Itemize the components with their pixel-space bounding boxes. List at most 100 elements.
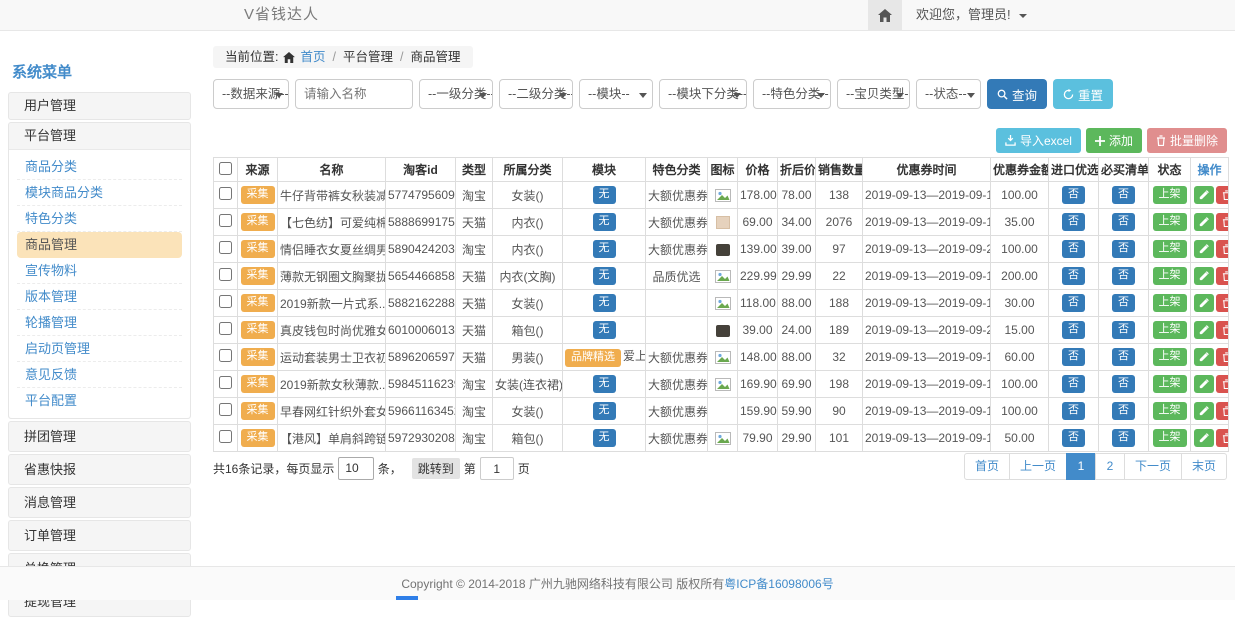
edit-button[interactable]	[1194, 213, 1214, 231]
sidebar-group-4[interactable]: 消息管理	[9, 488, 190, 517]
import-select-badge[interactable]: 否	[1062, 375, 1085, 392]
import-select-badge[interactable]: 否	[1062, 402, 1085, 419]
page-button-首页[interactable]: 首页	[964, 453, 1010, 480]
delete-button[interactable]	[1216, 375, 1229, 393]
status-badge[interactable]: 上架	[1153, 267, 1187, 284]
delete-button[interactable]	[1216, 402, 1229, 420]
must-buy-badge[interactable]: 否	[1112, 429, 1135, 446]
row-checkbox[interactable]	[219, 214, 232, 227]
status-badge[interactable]: 上架	[1153, 348, 1187, 365]
import-select-badge[interactable]: 否	[1062, 294, 1085, 311]
jump-page-input[interactable]	[480, 457, 514, 480]
must-buy-badge[interactable]: 否	[1112, 348, 1135, 365]
page-button-末页[interactable]: 末页	[1181, 453, 1227, 480]
page-size-select[interactable]: 10	[338, 457, 373, 480]
row-checkbox[interactable]	[219, 376, 232, 389]
import-select-badge[interactable]: 否	[1062, 267, 1085, 284]
edit-button[interactable]	[1194, 186, 1214, 204]
import-select-badge[interactable]: 否	[1062, 321, 1085, 338]
filter-data-source-select[interactable]: --数据来源--	[213, 79, 289, 109]
sidebar-item-6[interactable]: 轮播管理	[17, 310, 182, 336]
edit-button[interactable]	[1194, 267, 1214, 285]
delete-button[interactable]	[1216, 294, 1229, 312]
must-buy-badge[interactable]: 否	[1112, 186, 1135, 203]
row-checkbox[interactable]	[219, 349, 232, 362]
delete-button[interactable]	[1216, 213, 1229, 231]
sidebar-item-1[interactable]: 模块商品分类	[17, 180, 182, 206]
edit-button[interactable]	[1194, 375, 1214, 393]
select-all-checkbox[interactable]	[219, 162, 232, 175]
edit-button[interactable]	[1194, 321, 1214, 339]
sidebar-item-7[interactable]: 启动页管理	[17, 336, 182, 362]
reset-button[interactable]: 重置	[1053, 79, 1113, 109]
filter-module-subcategory-select[interactable]: --模块下分类--	[659, 79, 747, 109]
sidebar-item-5[interactable]: 版本管理	[17, 284, 182, 310]
delete-button[interactable]	[1216, 240, 1229, 258]
edit-button[interactable]	[1194, 294, 1214, 312]
must-buy-badge[interactable]: 否	[1112, 321, 1135, 338]
user-menu[interactable]: 欢迎您，管理员!	[916, 0, 1027, 30]
sidebar-item-9[interactable]: 平台配置	[17, 388, 182, 414]
status-badge[interactable]: 上架	[1153, 240, 1187, 257]
filter-status-select[interactable]: --状态--	[916, 79, 981, 109]
sidebar-item-2[interactable]: 特色分类	[17, 206, 182, 232]
home-button[interactable]	[868, 0, 902, 30]
must-buy-badge[interactable]: 否	[1112, 294, 1135, 311]
edit-button[interactable]	[1194, 348, 1214, 366]
status-badge[interactable]: 上架	[1153, 186, 1187, 203]
icp-link[interactable]: 粤ICP备16098006号	[724, 575, 833, 592]
page-button-上一页[interactable]: 上一页	[1009, 453, 1067, 480]
edit-button[interactable]	[1194, 429, 1214, 447]
jump-button[interactable]: 跳转到	[412, 458, 460, 479]
page-button-2[interactable]: 2	[1095, 453, 1125, 480]
import-select-badge[interactable]: 否	[1062, 429, 1085, 446]
delete-button[interactable]	[1216, 186, 1229, 204]
row-checkbox[interactable]	[219, 241, 232, 254]
must-buy-badge[interactable]: 否	[1112, 213, 1135, 230]
page-button-1[interactable]: 1	[1066, 453, 1096, 480]
row-checkbox[interactable]	[219, 187, 232, 200]
filter-level1-category-select[interactable]: --一级分类--	[419, 79, 493, 109]
status-badge[interactable]: 上架	[1153, 321, 1187, 338]
status-badge[interactable]: 上架	[1153, 402, 1187, 419]
edit-button[interactable]	[1194, 240, 1214, 258]
delete-button[interactable]	[1216, 429, 1229, 447]
import-select-badge[interactable]: 否	[1062, 213, 1085, 230]
add-button[interactable]: 添加	[1086, 128, 1142, 153]
status-badge[interactable]: 上架	[1153, 375, 1187, 392]
row-checkbox[interactable]	[219, 430, 232, 443]
sidebar-item-4[interactable]: 宣传物料	[17, 258, 182, 284]
must-buy-badge[interactable]: 否	[1112, 375, 1135, 392]
sidebar-group-2[interactable]: 拼团管理	[9, 422, 190, 451]
delete-button[interactable]	[1216, 267, 1229, 285]
row-checkbox[interactable]	[219, 322, 232, 335]
row-checkbox[interactable]	[219, 268, 232, 281]
query-button[interactable]: 查询	[987, 79, 1047, 109]
sidebar-group-0[interactable]: 用户管理	[9, 93, 190, 119]
sidebar-group-3[interactable]: 省惠快报	[9, 455, 190, 484]
delete-button[interactable]	[1216, 348, 1229, 366]
breadcrumb-home[interactable]: 首页	[300, 46, 325, 68]
sidebar-group-1[interactable]: 平台管理	[9, 123, 190, 149]
must-buy-badge[interactable]: 否	[1112, 267, 1135, 284]
sidebar-item-8[interactable]: 意见反馈	[17, 362, 182, 388]
must-buy-badge[interactable]: 否	[1112, 402, 1135, 419]
sidebar-group-5[interactable]: 订单管理	[9, 521, 190, 550]
status-badge[interactable]: 上架	[1153, 429, 1187, 446]
status-badge[interactable]: 上架	[1153, 294, 1187, 311]
filter-feature-category-select[interactable]: --特色分类--	[753, 79, 831, 109]
edit-button[interactable]	[1194, 402, 1214, 420]
sidebar-item-0[interactable]: 商品分类	[17, 154, 182, 180]
status-badge[interactable]: 上架	[1153, 213, 1187, 230]
import-select-badge[interactable]: 否	[1062, 186, 1085, 203]
delete-button[interactable]	[1216, 321, 1229, 339]
search-input[interactable]	[295, 79, 413, 109]
row-checkbox[interactable]	[219, 295, 232, 308]
filter-level2-category-select[interactable]: --二级分类--	[499, 79, 573, 109]
filter-item-type-select[interactable]: --宝贝类型--	[837, 79, 910, 109]
import-select-badge[interactable]: 否	[1062, 348, 1085, 365]
import-excel-button[interactable]: 导入excel	[996, 128, 1081, 153]
row-checkbox[interactable]	[219, 403, 232, 416]
batch-delete-button[interactable]: 批量删除	[1147, 128, 1227, 153]
must-buy-badge[interactable]: 否	[1112, 240, 1135, 257]
